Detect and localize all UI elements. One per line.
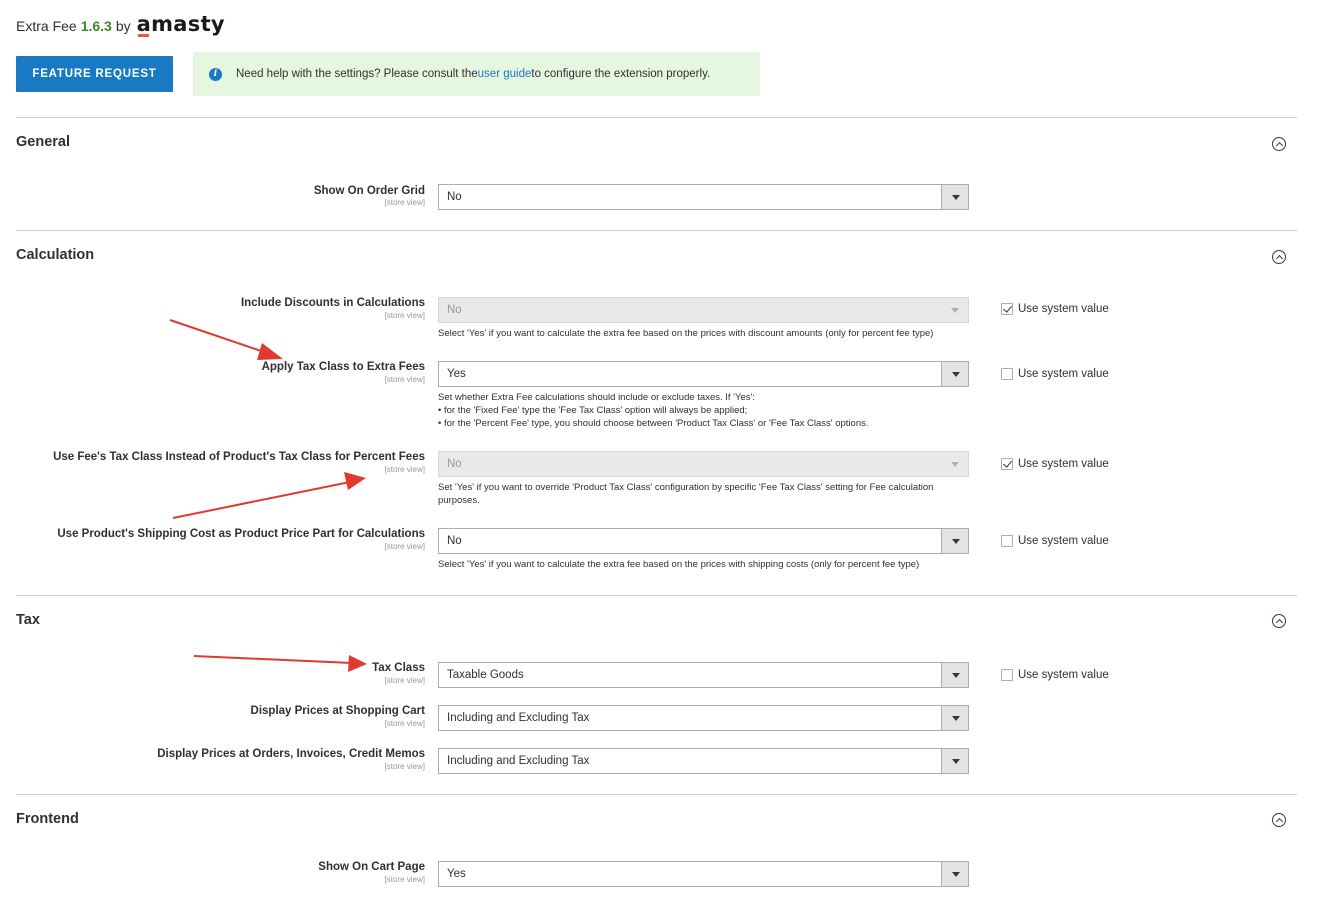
select-value: No: [447, 458, 462, 470]
select-value: Taxable Goods: [447, 669, 524, 681]
use-system-value-label: Use system value: [1018, 368, 1109, 380]
include-discounts-select[interactable]: No: [438, 297, 969, 323]
section-divider: [16, 230, 1297, 231]
amasty-logo: amasty: [136, 12, 225, 37]
label-include-discounts: Include Discounts in Calculations: [240, 297, 425, 309]
chevron-down-icon: [941, 452, 968, 476]
note-include-discounts: Select 'Yes' if you want to calculate th…: [438, 328, 934, 339]
page-header: Extra Fee 1.6.3 by amasty: [16, 12, 225, 37]
use-fee-tax-class-select[interactable]: No: [438, 451, 969, 477]
scope-label: [store view]: [384, 375, 425, 384]
scope-label: [store view]: [384, 719, 425, 728]
select-value: No: [447, 191, 462, 203]
notice-text-before: Need help with the settings? Please cons…: [236, 68, 478, 80]
label-show-on-order-grid: Show On Order Grid: [313, 185, 425, 197]
scope-label: [store view]: [384, 875, 425, 884]
note-line: Set whether Extra Fee calculations shoul…: [438, 392, 755, 403]
select-value: Yes: [447, 868, 466, 880]
section-title-tax[interactable]: Tax: [16, 612, 40, 628]
shipping-cost-select[interactable]: No: [438, 528, 969, 554]
collapse-general-icon[interactable]: [1272, 137, 1286, 151]
annotation-arrowhead-3: [348, 655, 367, 672]
scope-label: [store view]: [384, 676, 425, 685]
use-system-value-shipping-cost[interactable]: Use system value: [1001, 535, 1109, 547]
use-system-value-label: Use system value: [1018, 669, 1109, 681]
scope-label: [store view]: [384, 311, 425, 320]
chevron-down-icon: [941, 663, 968, 687]
section-title-frontend[interactable]: Frontend: [16, 811, 79, 827]
select-value: Yes: [447, 368, 466, 380]
checkbox-checked[interactable]: [1001, 303, 1013, 315]
chevron-down-icon: [941, 529, 968, 553]
use-system-value-label: Use system value: [1018, 303, 1109, 315]
scope-label: [store view]: [384, 542, 425, 551]
user-guide-link[interactable]: user guide: [478, 68, 532, 80]
annotation-arrow-3: [193, 655, 353, 664]
collapse-frontend-icon[interactable]: [1272, 813, 1286, 827]
chevron-down-icon: [941, 749, 968, 773]
select-value: No: [447, 535, 462, 547]
section-divider: [16, 595, 1297, 596]
annotation-arrowhead-1: [257, 343, 283, 360]
info-icon: i: [209, 67, 222, 81]
label-use-fee-tax-class: Use Fee's Tax Class Instead of Product's…: [53, 451, 425, 463]
extension-version: 1.6.3: [80, 18, 112, 34]
note-use-fee-tax-class: Set 'Yes' if you want to override 'Produ…: [438, 482, 934, 506]
chevron-down-icon: [941, 362, 968, 386]
select-value: Including and Excluding Tax: [447, 755, 590, 767]
select-value: Including and Excluding Tax: [447, 712, 590, 724]
use-system-value-label: Use system value: [1018, 458, 1109, 470]
section-divider: [16, 794, 1297, 795]
show-on-cart-select[interactable]: Yes: [438, 861, 969, 887]
section-divider: [16, 117, 1297, 118]
annotation-arrow-2: [172, 481, 351, 519]
use-system-value-tax-class[interactable]: Use system value: [1001, 669, 1109, 681]
note-line: • for the 'Percent Fee' type, you should…: [438, 418, 869, 429]
note-shipping-cost: Select 'Yes' if you want to calculate th…: [438, 559, 920, 570]
feature-request-button[interactable]: FEATURE REQUEST: [16, 56, 173, 92]
scope-label: [store view]: [384, 762, 425, 771]
by-text: by: [115, 18, 131, 34]
checkbox-unchecked[interactable]: [1001, 669, 1013, 681]
chevron-down-icon: [941, 185, 968, 209]
scope-label: [store view]: [384, 465, 425, 474]
label-tax-class: Tax Class: [372, 662, 425, 674]
scope-label: [store view]: [384, 198, 425, 207]
chevron-down-icon: [941, 862, 968, 886]
extension-title: Extra Fee: [16, 18, 77, 34]
use-system-value-apply-tax-class[interactable]: Use system value: [1001, 368, 1109, 380]
chevron-down-icon: [941, 298, 968, 322]
use-system-value-include-discounts[interactable]: Use system value: [1001, 303, 1109, 315]
checkbox-checked[interactable]: [1001, 458, 1013, 470]
label-shipping-cost: Use Product's Shipping Cost as Product P…: [57, 528, 425, 540]
chevron-down-icon: [941, 706, 968, 730]
select-value: No: [447, 304, 462, 316]
apply-tax-class-select[interactable]: Yes: [438, 361, 969, 387]
section-title-calculation[interactable]: Calculation: [16, 247, 94, 263]
label-apply-tax-class: Apply Tax Class to Extra Fees: [261, 361, 425, 373]
collapse-tax-icon[interactable]: [1272, 614, 1286, 628]
display-orders-select[interactable]: Including and Excluding Tax: [438, 748, 969, 774]
notice-text-after: to configure the extension properly.: [531, 68, 711, 80]
label-display-orders: Display Prices at Orders, Invoices, Cred…: [157, 748, 425, 760]
show-on-order-grid-select[interactable]: No: [438, 184, 969, 210]
help-notice: i Need help with the settings? Please co…: [193, 52, 760, 96]
annotation-arrowhead-2: [344, 472, 366, 490]
use-system-value-use-fee-tax-class[interactable]: Use system value: [1001, 458, 1109, 470]
display-cart-select[interactable]: Including and Excluding Tax: [438, 705, 969, 731]
label-show-on-cart: Show On Cart Page: [318, 861, 425, 873]
collapse-calculation-icon[interactable]: [1272, 250, 1286, 264]
checkbox-unchecked[interactable]: [1001, 535, 1013, 547]
section-title-general[interactable]: General: [16, 134, 70, 150]
tax-class-select[interactable]: Taxable Goods: [438, 662, 969, 688]
checkbox-unchecked[interactable]: [1001, 368, 1013, 380]
note-apply-tax-class: Set whether Extra Fee calculations shoul…: [438, 391, 978, 430]
annotation-arrow-1: [169, 319, 271, 355]
use-system-value-label: Use system value: [1018, 535, 1109, 547]
label-display-cart: Display Prices at Shopping Cart: [250, 705, 425, 717]
note-line: • for the 'Fixed Fee' type the 'Fee Tax …: [438, 405, 748, 416]
